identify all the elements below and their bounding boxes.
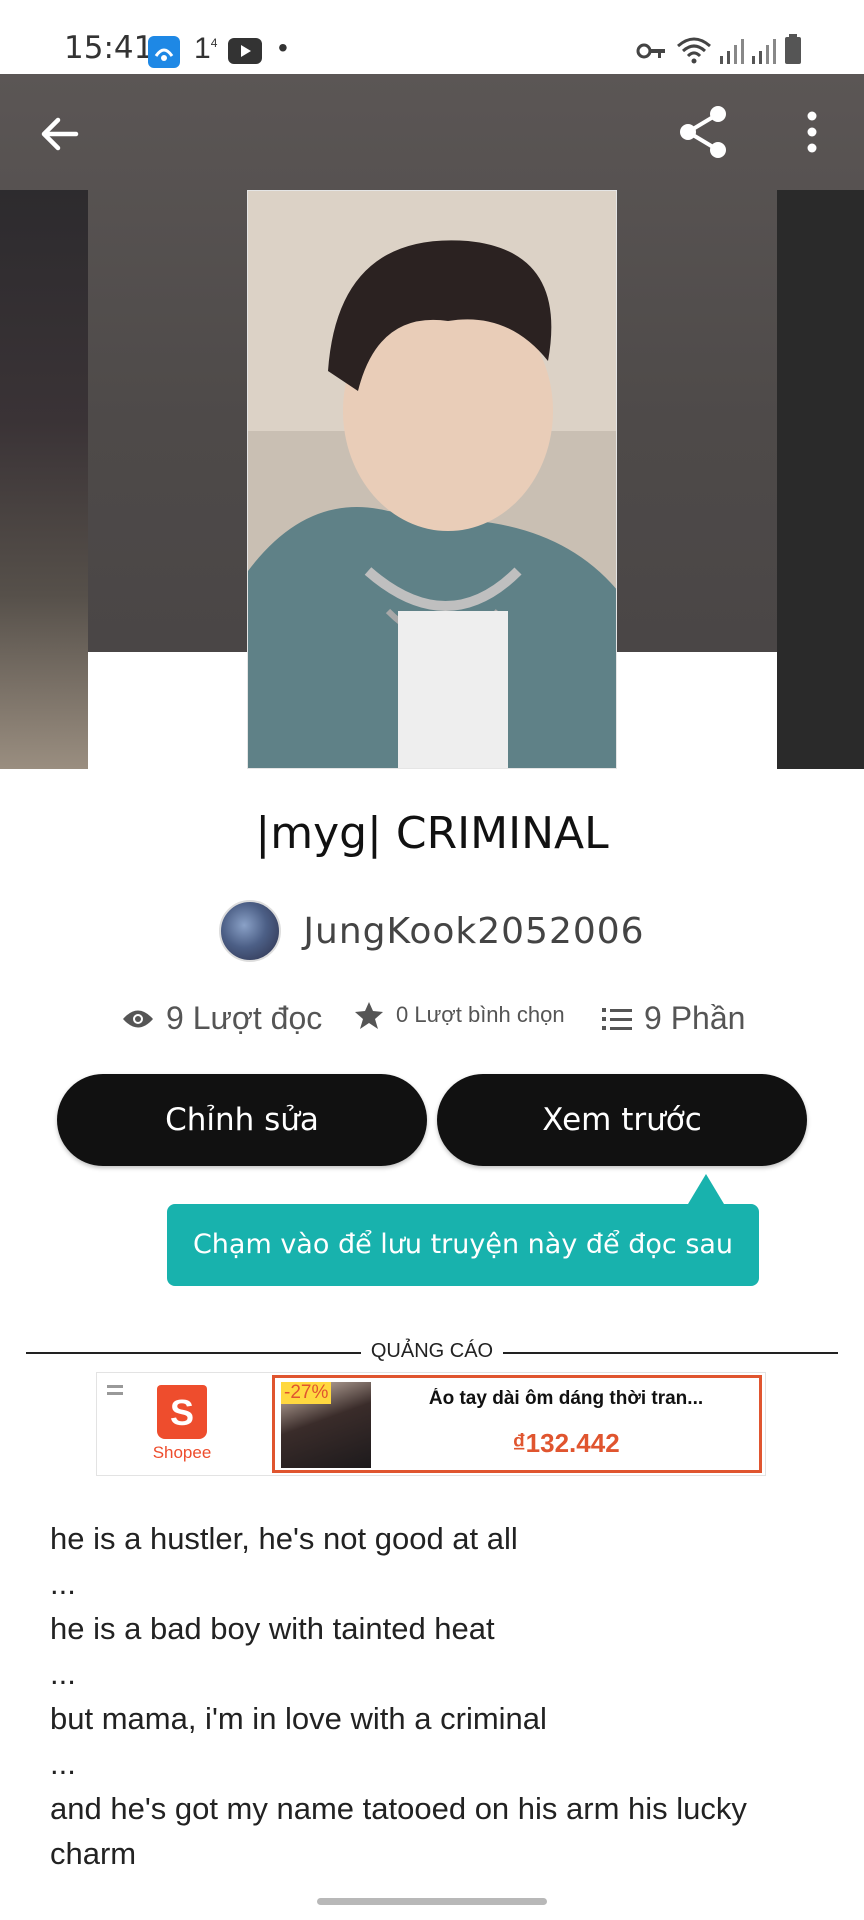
wifi-calling-icon — [148, 36, 180, 68]
author-name[interactable]: JungKook2052006 — [303, 911, 644, 952]
ad-menu-icon[interactable] — [107, 1385, 123, 1399]
author-row[interactable]: JungKook2052006 — [0, 898, 864, 964]
shopee-brand: Shopee — [152, 1443, 212, 1462]
discount-badge: -27% — [281, 1382, 332, 1404]
cover-illustration — [248, 191, 616, 768]
votes-stat: 0 Lượt bình chọn — [354, 1000, 565, 1030]
ad-product-price: ₫132.442 — [512, 1428, 620, 1458]
ad-product-card[interactable]: -27% Áo tay dài ôm dáng thời tran... ₫13… — [272, 1375, 762, 1473]
home-indicator[interactable] — [317, 1898, 547, 1905]
story-cover-image[interactable] — [247, 190, 617, 769]
next-story-cover[interactable] — [777, 190, 864, 769]
edit-button[interactable]: Chỉnh sửa — [57, 1074, 427, 1166]
eye-icon — [123, 1010, 153, 1027]
youtube-icon — [228, 38, 262, 64]
author-avatar[interactable] — [219, 900, 282, 962]
ad-label: QUẢNG CÁO — [26, 1340, 838, 1363]
notification-count: 14 — [194, 32, 218, 65]
share-icon[interactable] — [676, 104, 732, 160]
parts-count: 9 Phần — [644, 1000, 746, 1036]
save-for-later-tooltip[interactable]: Chạm vào để lưu truyện này để đọc sau — [167, 1204, 759, 1286]
more-vertical-icon[interactable] — [800, 108, 824, 160]
reads-count: 9 Lượt đọc — [166, 1000, 323, 1036]
description-line: he is a hustler, he's not good at all — [50, 1521, 518, 1556]
description-line: ... — [50, 1656, 76, 1691]
tooltip-arrow — [688, 1174, 724, 1204]
reads-stat: 9 Lượt đọc — [122, 1000, 322, 1037]
description-line: he is a bad boy with tainted heat — [50, 1611, 495, 1646]
signal-icon — [720, 39, 744, 64]
description-line: ... — [50, 1566, 76, 1601]
ad-label-row: QUẢNG CÁO — [26, 1338, 838, 1368]
signal-icon — [752, 39, 776, 64]
wifi-icon — [677, 37, 711, 64]
ad-product-title: Áo tay dài ôm dáng thời tran... — [428, 1388, 704, 1409]
description-line: ... — [50, 1746, 76, 1781]
description-line: but mama, i'm in love with a criminal — [50, 1701, 547, 1736]
story-stats: 9 Lượt đọc 0 Lượt bình chọn 9 Phần — [0, 1000, 864, 1046]
previous-story-cover[interactable] — [0, 190, 88, 769]
star-icon — [355, 1002, 383, 1029]
votes-count: 0 Lượt bình chọn — [396, 1002, 565, 1027]
ad-banner[interactable]: S Shopee -27% Áo tay dài ôm dáng thời tr… — [96, 1372, 766, 1476]
shopee-logo: S — [157, 1385, 207, 1439]
parts-stat: 9 Phần — [602, 1000, 745, 1037]
story-description: he is a hustler, he's not good at all ..… — [50, 1516, 830, 1876]
list-icon — [602, 1007, 632, 1030]
status-time: 15:41 — [64, 30, 154, 66]
story-title: |myg| CRIMINAL — [255, 808, 609, 859]
status-bar: 15:41 14 • — [0, 0, 864, 74]
battery-icon — [785, 34, 801, 64]
description-line: and he's got my name tatooed on his arm … — [50, 1791, 747, 1826]
status-dot: • — [278, 32, 288, 63]
preview-button[interactable]: Xem trước — [437, 1074, 807, 1166]
back-arrow-icon[interactable] — [36, 110, 84, 158]
description-line: charm — [50, 1836, 137, 1871]
vpn-key-icon — [636, 43, 665, 59]
ad-product-image: -27% — [281, 1382, 371, 1468]
